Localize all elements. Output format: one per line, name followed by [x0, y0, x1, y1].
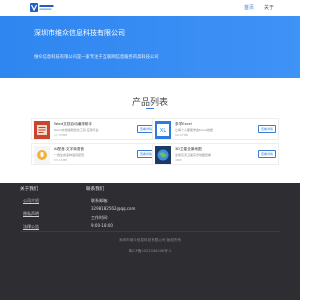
- footer-about-heading: 关于我们: [20, 187, 39, 192]
- hero-banner: 深圳市维众信息科技有限公司 维众信息科技有限公司是一家专注于互联网信息服务的高科…: [0, 16, 300, 78]
- product-subtitle: 全球高清卫星实景地图查看: [175, 153, 212, 157]
- product-size: 56.47MB: [175, 133, 189, 137]
- product-name: 多学Excel: [175, 122, 192, 126]
- view-details-button[interactable]: 查看详情: [258, 150, 276, 158]
- top-header: 首页 关于: [0, 0, 300, 16]
- nav-about[interactable]: 关于: [264, 4, 274, 11]
- product-thumbnail: [34, 121, 50, 139]
- title-underline: [146, 108, 154, 109]
- email-label: 联系邮箱:: [91, 198, 109, 203]
- product-name: AI配音-文字转语音: [54, 147, 84, 151]
- main-nav: 首页 关于: [244, 4, 274, 11]
- product-size: 17.33MB: [54, 133, 68, 137]
- icp-record-link[interactable]: 粤ICP备2022046208号-2: [0, 249, 300, 254]
- footer-link-company-intro[interactable]: 公司介绍: [23, 198, 39, 204]
- product-thumbnail: [34, 146, 50, 164]
- footer-about: 关于我们 公司介绍 隐私声明 法律公告: [20, 186, 39, 230]
- product-card[interactable]: Word文档自动编排助手 Word文档编辑优化工具 应用平台 17.33MB 查…: [31, 118, 158, 140]
- product-subtitle: 让每个人都能学会Excel技能: [175, 128, 213, 132]
- product-thumbnail: [155, 146, 171, 164]
- copyright-text: 深圳市维众信息科技有限公司 版权所有: [118, 238, 182, 242]
- product-thumbnail: XL: [155, 121, 171, 139]
- product-subtitle: Word文档编辑优化工具 应用平台: [54, 128, 99, 132]
- hours-label: 工作时间:: [91, 215, 109, 220]
- view-details-button[interactable]: 查看详情: [258, 125, 276, 133]
- products-title: 产品列表: [131, 98, 168, 108]
- hours-value: 9:00-18:00: [91, 223, 113, 228]
- email-value: 3298182562@qq.com: [91, 206, 136, 211]
- footer-divider: [20, 231, 280, 232]
- footer-contact: 联系我们 联系邮箱: 3298182562@qq.com 工作时间: 9:00-…: [86, 186, 135, 228]
- hero-description: 维众信息科技有限公司是一家专注于互联网信息服务的高科技公司: [34, 55, 159, 60]
- hero-title: 深圳市维众信息科技有限公司: [34, 29, 125, 37]
- product-name: 3D卫星全景地图: [175, 147, 202, 151]
- footer-contact-heading: 联系我们: [86, 187, 105, 192]
- site-footer: 关于我们 公司介绍 隐私声明 法律公告 联系我们 联系邮箱: 329818256…: [0, 183, 300, 300]
- product-card[interactable]: 3D卫星全景地图 全球高清卫星实景地图查看 4MB 查看详情: [152, 143, 279, 165]
- svg-text:XL: XL: [160, 128, 166, 134]
- product-card[interactable]: AI配音-文字转语音 一键生成多种语音配音 53.15MB 查看详情: [31, 143, 158, 165]
- nav-home[interactable]: 首页: [244, 4, 254, 11]
- product-card[interactable]: XL 多学Excel 让每个人都能学会Excel技能 56.47MB 查看详情: [152, 118, 279, 140]
- footer-link-legal[interactable]: 法律公告: [23, 224, 39, 230]
- product-size: 4MB: [175, 158, 182, 162]
- product-size: 53.15MB: [54, 158, 68, 162]
- product-subtitle: 一键生成多种语音配音: [54, 153, 85, 157]
- company-logo[interactable]: [30, 2, 54, 14]
- footer-link-privacy[interactable]: 隐私声明: [23, 211, 39, 217]
- product-name: Word文档自动编排助手: [54, 122, 92, 126]
